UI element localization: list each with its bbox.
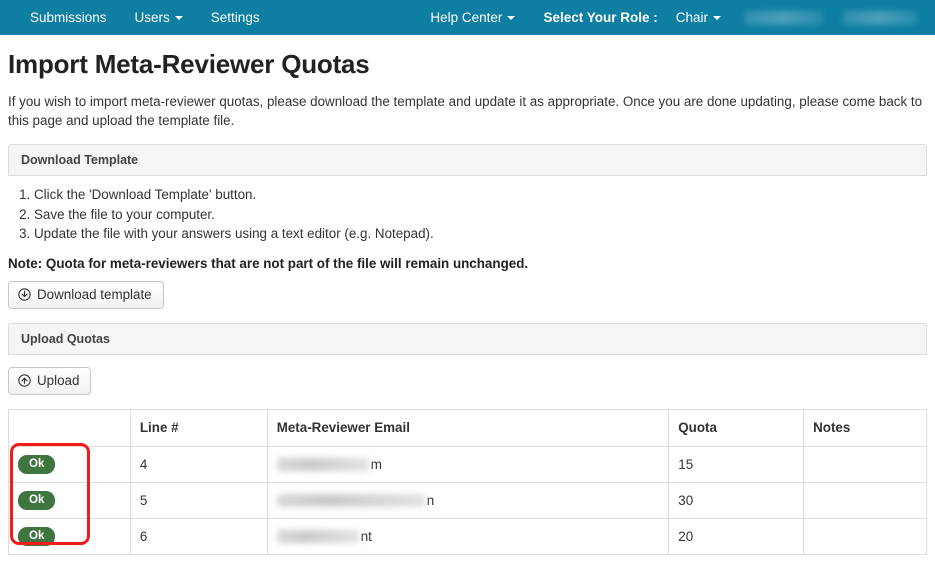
import-results-table-wrapper: Line # Meta-Reviewer Email Quota Notes O… bbox=[8, 408, 927, 555]
table-row: Ok 5 n 30 bbox=[8, 481, 927, 519]
quota-note-text: Note: Quota for meta-reviewers that are … bbox=[8, 255, 529, 271]
download-step: Update the file with your answers using … bbox=[34, 225, 927, 244]
status-badge: Ok bbox=[18, 526, 56, 546]
column-header-status bbox=[8, 408, 131, 447]
cell-notes bbox=[803, 445, 927, 483]
cell-email: m bbox=[266, 445, 670, 483]
table-row: Ok 6 nt 20 bbox=[8, 517, 927, 555]
cell-status: Ok bbox=[8, 481, 131, 519]
download-step: Save the file to your computer. bbox=[34, 206, 927, 225]
nav-item-submissions[interactable]: Submissions bbox=[16, 0, 121, 35]
cell-quota: 30 bbox=[668, 481, 805, 519]
redacted-email bbox=[276, 494, 425, 508]
cell-notes bbox=[803, 481, 927, 519]
column-header-notes: Notes bbox=[803, 408, 927, 447]
redacted-email bbox=[276, 530, 359, 544]
nav-item-label: Submissions bbox=[30, 10, 107, 25]
redacted-email bbox=[276, 458, 369, 472]
cell-quota: 20 bbox=[668, 517, 805, 555]
nav-item-label: Users bbox=[134, 10, 170, 25]
table-row: Ok 4 m 15 bbox=[8, 445, 927, 483]
table-header-row: Line # Meta-Reviewer Email Quota Notes bbox=[8, 408, 927, 447]
download-template-heading: Download Template bbox=[8, 144, 927, 176]
upload-quotas-heading: Upload Quotas bbox=[8, 322, 927, 355]
chevron-down-icon bbox=[713, 15, 721, 20]
cell-status: Ok bbox=[8, 517, 131, 555]
page-content: Import Meta-Reviewer Quotas If you wish … bbox=[0, 49, 935, 569]
chevron-down-icon bbox=[174, 15, 183, 20]
navbar-right-group: Help Center Select Your Role : Chair bbox=[416, 0, 935, 35]
upload-button-label: Upload bbox=[37, 372, 80, 388]
page-title: Import Meta-Reviewer Quotas bbox=[8, 49, 370, 79]
arrow-down-circle-icon bbox=[18, 288, 31, 301]
download-template-button-label: Download template bbox=[37, 286, 152, 302]
download-template-button[interactable]: Download template bbox=[8, 280, 164, 309]
cell-quota: 15 bbox=[668, 445, 805, 483]
select-your-role-label: Select Your Role : bbox=[543, 10, 658, 25]
arrow-up-circle-icon bbox=[18, 374, 31, 387]
nav-item-label: Settings bbox=[210, 10, 260, 25]
cell-notes bbox=[803, 517, 927, 555]
column-header-line: Line # bbox=[129, 408, 268, 447]
chevron-down-icon bbox=[507, 15, 516, 20]
status-badge: Ok bbox=[18, 490, 56, 510]
download-step: Click the 'Download Template' button. bbox=[34, 186, 927, 205]
email-visible-tail: nt bbox=[360, 528, 372, 544]
cell-line: 6 bbox=[129, 517, 268, 555]
redacted-nav-item[interactable] bbox=[843, 10, 917, 25]
page-intro-text: If you wish to import meta-reviewer quot… bbox=[8, 94, 923, 128]
table-header: Line # Meta-Reviewer Email Quota Notes bbox=[8, 408, 927, 447]
nav-item-settings[interactable]: Settings bbox=[197, 0, 274, 35]
nav-item-users[interactable]: Users bbox=[121, 0, 197, 35]
redacted-nav-item[interactable] bbox=[745, 10, 823, 25]
cell-email: nt bbox=[266, 517, 670, 555]
status-badge: Ok bbox=[18, 454, 56, 474]
nav-item-label: Help Center bbox=[430, 10, 503, 25]
nav-item-label: Chair bbox=[675, 10, 708, 25]
column-header-email: Meta-Reviewer Email bbox=[266, 408, 670, 447]
nav-item-role-chair[interactable]: Chair bbox=[662, 0, 735, 35]
navbar-left-group: Submissions Users Settings bbox=[0, 0, 274, 35]
nav-item-help-center[interactable]: Help Center bbox=[416, 0, 529, 35]
cell-email: n bbox=[266, 481, 670, 519]
main-navbar: Submissions Users Settings Help Center S… bbox=[0, 0, 935, 35]
download-steps-list: Click the 'Download Template' button. Sa… bbox=[8, 186, 927, 244]
column-header-quota: Quota bbox=[668, 408, 805, 447]
email-visible-tail: m bbox=[370, 456, 382, 472]
table-body: Ok 4 m 15 Ok 5 n 30 Ok 6 nt 20 bbox=[8, 445, 927, 555]
email-visible-tail: n bbox=[426, 492, 435, 508]
cell-line: 5 bbox=[129, 481, 268, 519]
import-results-table: Line # Meta-Reviewer Email Quota Notes O… bbox=[8, 408, 927, 555]
cell-status: Ok bbox=[8, 445, 131, 483]
upload-button[interactable]: Upload bbox=[8, 366, 92, 395]
cell-line: 4 bbox=[129, 445, 268, 483]
